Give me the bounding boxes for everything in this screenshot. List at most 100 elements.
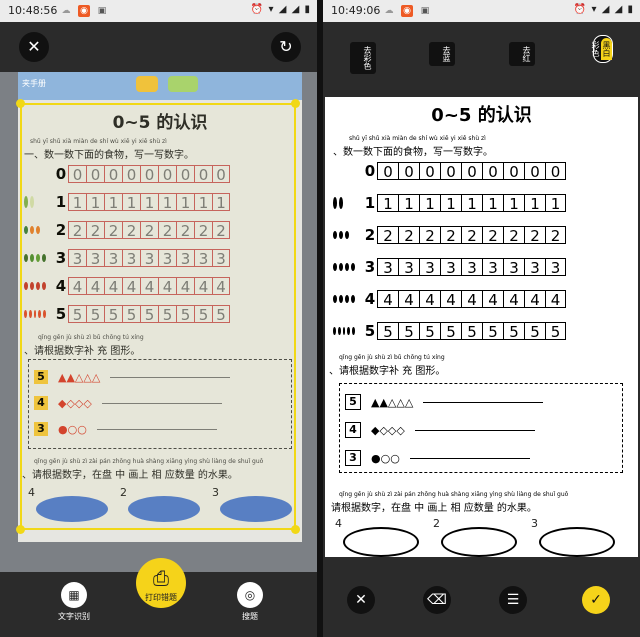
writing-cell: 1: [398, 194, 419, 213]
filter-remove-color[interactable]: 去彩色: [350, 42, 376, 74]
writing-cell: 4: [419, 290, 440, 309]
plate-count: 3: [531, 517, 538, 530]
writing-cell: 4: [461, 290, 482, 309]
section1-heading: 、数一数下面的食物，写一写数字。: [333, 147, 493, 158]
writing-cells: 000000000: [377, 162, 566, 181]
banner-text: 夹手册: [22, 79, 46, 88]
banner-sticker: [136, 76, 158, 92]
writing-cell: 0: [503, 162, 524, 181]
eraser-icon[interactable]: ⌫: [423, 586, 451, 614]
writing-cell: 5: [440, 322, 461, 341]
food-picture: [333, 196, 355, 210]
writing-cell: 0: [377, 162, 398, 181]
writing-cell: 5: [524, 322, 545, 341]
food-picture: [333, 292, 355, 306]
writing-cell: 4: [440, 290, 461, 309]
processed-worksheet: 0~5 的认识 shǔ yī shǔ xià miàn de shí wù xi…: [325, 97, 638, 557]
writing-cell: 4: [398, 290, 419, 309]
writing-cell: 2: [482, 226, 503, 245]
plate-count: 2: [433, 517, 440, 530]
adjust-icon[interactable]: ☰: [499, 586, 527, 614]
print-icon: ⎙: [153, 566, 169, 590]
writing-cell: 3: [377, 258, 398, 277]
row-number: 3: [364, 258, 376, 276]
status-time: 10:48:56: [8, 4, 58, 17]
writing-cell: 3: [419, 258, 440, 277]
writing-cell: 1: [440, 194, 461, 213]
crop-handle[interactable]: [291, 525, 300, 534]
writing-cells: 222222222: [377, 226, 566, 245]
mode-color[interactable]: 彩色: [590, 38, 601, 60]
writing-cells: 111111111: [377, 194, 566, 213]
answer-line: [409, 457, 530, 459]
fruit-plate: [343, 527, 419, 557]
camera-bottom-bar: ▦ 文字识别 ⎙ 打印错题 ◎ 搜题: [0, 558, 317, 637]
writing-cell: 3: [503, 258, 524, 277]
answer-line: [414, 429, 535, 431]
ocr-label: 文字识别: [58, 612, 90, 621]
shape-count-box: 4: [345, 422, 361, 438]
worksheet-title: 0~5 的认识: [431, 105, 532, 126]
count-row: 1111111111: [333, 193, 566, 213]
camera-preview: 夹手册 0~5 的认识 shǔ yī shǔ xià miàn de shí w…: [0, 72, 317, 572]
count-row: 4444444444: [333, 289, 566, 309]
banner-sticker: [168, 76, 198, 92]
writing-cell: 2: [503, 226, 524, 245]
food-picture: [333, 324, 355, 338]
writing-cell: 5: [461, 322, 482, 341]
writing-cell: 2: [440, 226, 461, 245]
rotate-icon[interactable]: ↻: [271, 32, 301, 62]
writing-cell: 2: [524, 226, 545, 245]
count-row: 3333333333: [333, 257, 566, 277]
writing-cell: 3: [461, 258, 482, 277]
writing-cell: 5: [377, 322, 398, 341]
close-icon[interactable]: ✕: [347, 586, 375, 614]
crop-handle[interactable]: [291, 99, 300, 108]
crop-handle[interactable]: [16, 525, 25, 534]
filter-remove-blue[interactable]: 去蓝: [429, 42, 455, 66]
writing-cell: 0: [461, 162, 482, 181]
writing-cell: 3: [545, 258, 566, 277]
print-mistakes-button[interactable]: ⎙ 打印错题: [136, 558, 186, 608]
image-notification-icon: ▣: [97, 6, 107, 16]
search-question-button[interactable]: ◎ 搜题: [228, 582, 272, 622]
count-row: 2222222222: [333, 225, 566, 245]
writing-cell: 3: [524, 258, 545, 277]
plate-count: 4: [335, 517, 342, 530]
search-question-icon: ◎: [237, 582, 263, 608]
writing-cell: 5: [398, 322, 419, 341]
left-screen: 10:48:56 ☁ ◉ ▣ ⏰ ▾ ◢ ◢ ▮ ✕ ↻ 夹手册 0~5 的认识…: [0, 0, 317, 637]
status-bar: 10:49:06 ☁ ◉ ▣ ⏰ ▾ ◢ ◢ ▮: [323, 0, 640, 22]
mode-bw[interactable]: 黑白: [601, 38, 612, 60]
writing-cell: 2: [461, 226, 482, 245]
close-icon[interactable]: ✕: [19, 32, 49, 62]
system-status-icons: ⏰ ▾ ◢ ◢ ▮: [250, 4, 311, 15]
writing-cell: 3: [398, 258, 419, 277]
row-number: 5: [364, 322, 376, 340]
status-bar: 10:48:56 ☁ ◉ ▣ ⏰ ▾ ◢ ◢ ▮: [0, 0, 317, 22]
status-time: 10:49:06: [331, 4, 381, 17]
edit-bottom-bar: ✕ ⌫ ☰ ✓: [323, 572, 640, 637]
filter-remove-red[interactable]: 去红: [509, 42, 535, 66]
writing-cell: 1: [419, 194, 440, 213]
crop-frame[interactable]: [20, 103, 296, 530]
writing-cell: 0: [545, 162, 566, 181]
writing-cells: 444444444: [377, 290, 566, 309]
writing-cell: 5: [503, 322, 524, 341]
writing-cells: 333333333: [377, 258, 566, 277]
writing-cell: 1: [482, 194, 503, 213]
writing-cell: 5: [419, 322, 440, 341]
fruit-plate: [441, 527, 517, 557]
crop-handle[interactable]: [16, 99, 25, 108]
section2-heading: 、请根据数字补 充 图形。: [329, 366, 446, 377]
writing-cell: 4: [524, 290, 545, 309]
writing-cell: 0: [419, 162, 440, 181]
confirm-check-icon[interactable]: ✓: [582, 586, 610, 614]
ocr-button[interactable]: ▦ 文字识别: [52, 582, 96, 622]
app-notification-icon: ◉: [401, 5, 413, 17]
color-mode-toggle[interactable]: 黑白 彩色: [590, 35, 613, 63]
writing-cells: 555555555: [377, 322, 566, 341]
shape-sequence: ◆◇◇◇: [371, 423, 405, 437]
shape-count-box: 5: [345, 394, 361, 410]
shape-row: 5 ▲▲△△△: [345, 393, 544, 411]
